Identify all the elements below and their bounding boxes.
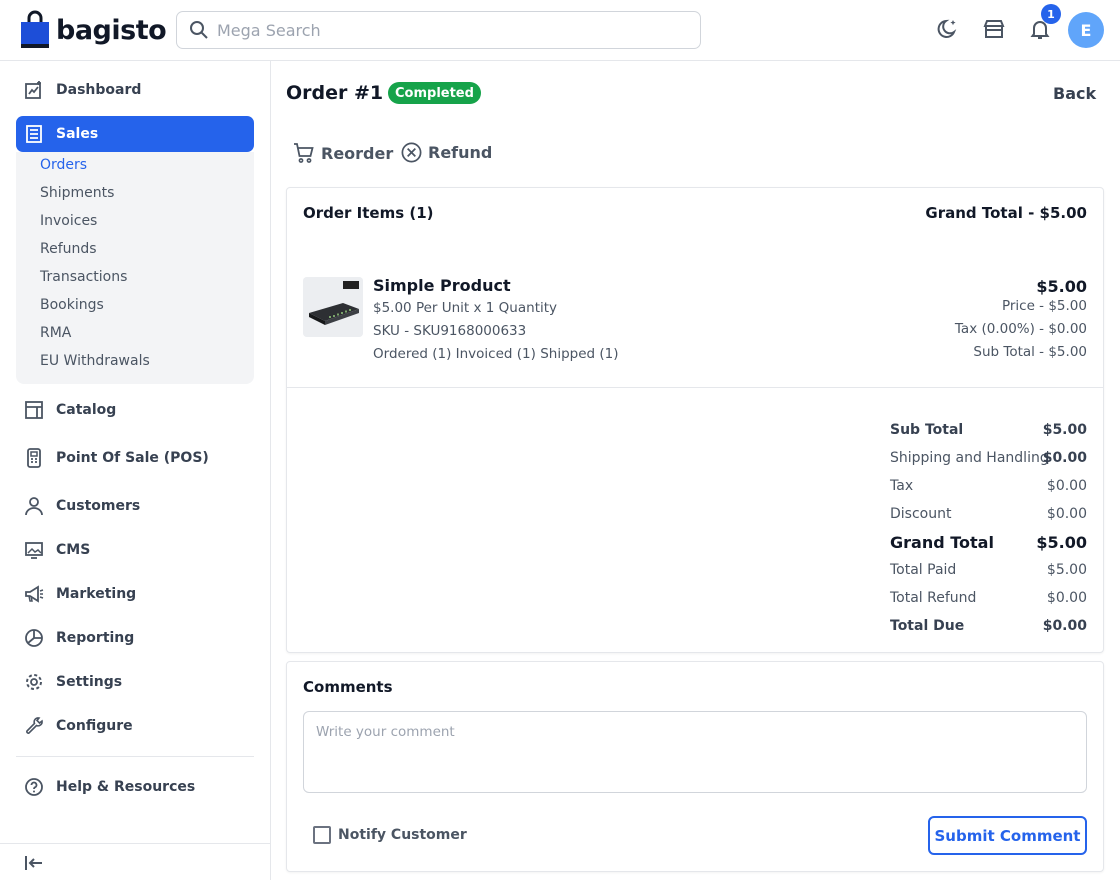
marketing-icon — [25, 585, 44, 603]
customers-icon — [25, 497, 43, 516]
sidebar-item-marketing[interactable]: Marketing — [16, 576, 254, 612]
order-items-card: Order Items (1) Grand Total - $5.00 Simp… — [286, 187, 1104, 653]
product-image — [303, 277, 363, 337]
product-tax: Tax (0.00%) - $0.00 — [954, 321, 1087, 337]
brand-logo[interactable]: bagisto — [20, 10, 167, 50]
refund-button[interactable]: Refund — [400, 141, 492, 164]
product-price: Price - $5.00 — [1001, 298, 1087, 314]
help-icon — [25, 778, 43, 796]
sidebar-item-configure[interactable]: Configure — [16, 708, 254, 744]
sidebar-item-catalog[interactable]: Catalog — [16, 392, 254, 428]
pos-icon — [27, 448, 41, 468]
sidebar-item-reporting[interactable]: Reporting — [16, 620, 254, 656]
sidebar-item-help[interactable]: Help & Resources — [16, 769, 254, 805]
collapse-sidebar-bar — [0, 843, 270, 880]
status-badge: Completed — [388, 82, 481, 104]
notify-customer-label: Notify Customer — [338, 827, 467, 843]
comment-textarea[interactable] — [303, 711, 1087, 793]
product-amount: $5.00 — [1036, 277, 1087, 296]
user-avatar[interactable]: E — [1068, 12, 1104, 48]
submenu-item-refunds[interactable]: Refunds — [40, 241, 97, 257]
summary-label-tax: Tax — [890, 478, 914, 494]
dark-mode-icon[interactable] — [935, 16, 961, 42]
summary-value-tax: $0.00 — [1046, 478, 1087, 494]
summary-value-shipping: $0.00 — [1042, 450, 1087, 466]
sidebar-item-sales[interactable]: Sales — [16, 116, 254, 152]
comments-card: Comments Notify Customer Submit Comment — [286, 661, 1104, 872]
brand-name: bagisto — [56, 14, 167, 46]
shopping-bag-icon — [21, 10, 49, 48]
summary-label-shipping: Shipping and Handling — [890, 450, 1049, 466]
summary-label-total-paid: Total Paid — [890, 562, 957, 578]
collapse-sidebar-icon[interactable] — [24, 854, 44, 872]
submenu-item-invoices[interactable]: Invoices — [40, 213, 97, 229]
notify-customer-toggle[interactable]: Notify Customer — [313, 826, 467, 844]
search-input[interactable] — [217, 20, 677, 40]
top-header: bagisto 1 E — [0, 0, 1120, 61]
sidebar-item-dashboard[interactable]: Dashboard — [16, 72, 254, 108]
sidebar: Dashboard Sales Orders Shipments Invoice… — [0, 61, 271, 880]
summary-value-discount: $0.00 — [1046, 506, 1087, 522]
sidebar-item-customers[interactable]: Customers — [16, 488, 254, 524]
summary-label-total-due: Total Due — [890, 618, 965, 634]
notification-count-badge: 1 — [1041, 4, 1061, 24]
summary-value-total-refund: $0.00 — [1046, 590, 1087, 606]
cancel-circle-icon — [401, 142, 422, 163]
notify-customer-checkbox[interactable] — [313, 826, 331, 844]
mega-search[interactable] — [176, 11, 701, 49]
product-subtotal: Sub Total - $5.00 — [973, 344, 1087, 360]
summary-value-subtotal: $5.00 — [1042, 422, 1087, 438]
submenu-item-rma[interactable]: RMA — [40, 325, 71, 341]
product-unit-line: $5.00 Per Unit x 1 Quantity — [373, 300, 558, 316]
submenu-item-shipments[interactable]: Shipments — [40, 185, 114, 201]
configure-icon — [26, 717, 43, 734]
submit-comment-button[interactable]: Submit Comment — [928, 816, 1087, 855]
back-button[interactable]: Back — [1053, 84, 1096, 103]
summary-label-discount: Discount — [890, 506, 952, 522]
product-name[interactable]: Simple Product — [373, 276, 511, 295]
summary-value-total-due: $0.00 — [1042, 618, 1087, 634]
search-icon — [190, 21, 208, 39]
storefront-icon[interactable] — [981, 16, 1007, 42]
summary-value-grand-total: $5.00 — [1036, 533, 1087, 552]
comments-heading: Comments — [303, 678, 393, 696]
submenu-item-transactions[interactable]: Transactions — [40, 269, 127, 285]
summary-label-grand-total: Grand Total — [890, 533, 994, 552]
catalog-icon — [25, 401, 43, 419]
reorder-button[interactable]: Reorder — [292, 141, 393, 165]
summary-label-subtotal: Sub Total — [890, 422, 964, 438]
sidebar-divider — [16, 756, 254, 757]
submenu-item-orders[interactable]: Orders — [40, 157, 87, 173]
grand-total-heading: Grand Total - $5.00 — [925, 204, 1087, 222]
cart-icon — [294, 143, 314, 163]
reporting-icon — [25, 629, 43, 647]
submenu-item-eu-withdrawals[interactable]: EU Withdrawals — [40, 353, 150, 369]
card-divider — [287, 387, 1103, 388]
summary-value-total-paid: $5.00 — [1046, 562, 1087, 578]
page-title: Order #1 — [286, 82, 384, 104]
sidebar-item-settings[interactable]: Settings — [16, 664, 254, 700]
dashboard-icon — [25, 81, 41, 99]
sales-icon — [26, 125, 42, 143]
product-status-line: Ordered (1) Invoiced (1) Shipped (1) — [373, 346, 619, 362]
product-sku: SKU - SKU9168000633 — [373, 323, 527, 339]
sidebar-item-pos[interactable]: Point Of Sale (POS) — [16, 440, 254, 476]
order-items-heading: Order Items (1) — [303, 204, 434, 222]
settings-icon — [26, 674, 42, 690]
submenu-item-bookings[interactable]: Bookings — [40, 297, 104, 313]
sidebar-item-cms[interactable]: CMS — [16, 532, 254, 568]
cms-icon — [25, 542, 43, 559]
summary-label-total-refund: Total Refund — [890, 590, 977, 606]
